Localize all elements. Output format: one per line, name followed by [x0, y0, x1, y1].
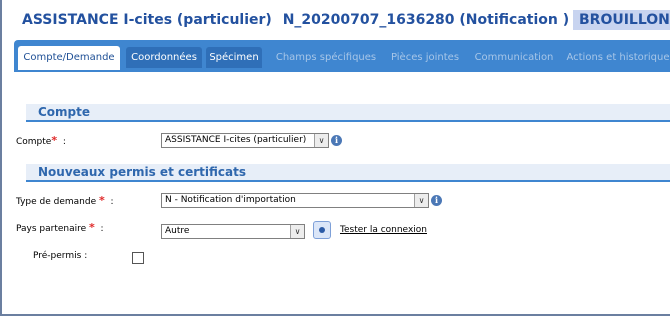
info-icon[interactable]: i: [331, 135, 342, 146]
section-header-nouveaux-permis: Nouveaux permis et certificats: [26, 164, 670, 182]
title-account: ASSISTANCE I-cites (particulier): [22, 12, 272, 28]
title-request-id: N_20200707_1636280 (Notification ): [282, 12, 570, 28]
section-title-nouveaux-permis: Nouveaux permis et certificats: [38, 165, 246, 179]
tab-specimen[interactable]: Spécimen: [206, 47, 262, 68]
tab-pieces-jointes[interactable]: Pièces jointes: [388, 47, 462, 68]
type-demande-select-value: N - Notification d'importation: [165, 195, 296, 205]
tab-underline: [14, 70, 670, 72]
pays-partenaire-label-text: Pays partenaire: [16, 224, 87, 234]
status-badge: BROUILLON: [573, 10, 670, 30]
info-icon[interactable]: i: [431, 195, 442, 206]
type-demande-label: Type de demande * :: [16, 194, 114, 207]
type-demande-select[interactable]: N - Notification d'importation ∨: [161, 193, 429, 208]
page-title: ASSISTANCE I-cites (particulier) N_20200…: [22, 12, 575, 28]
label-separator: :: [100, 224, 104, 234]
label-separator: :: [110, 197, 114, 207]
pays-partenaire-label: Pays partenaire * :: [16, 221, 104, 234]
tab-champs-specifiques[interactable]: Champs spécifiques: [270, 47, 382, 68]
chevron-down-icon[interactable]: ∨: [414, 194, 428, 207]
required-mark: *: [89, 221, 95, 234]
app-frame: ASSISTANCE I-cites (particulier) N_20200…: [0, 0, 670, 316]
tab-communication[interactable]: Communication: [472, 47, 556, 68]
compte-select[interactable]: ASSISTANCE I-cites (particulier) ∨: [161, 133, 329, 148]
tab-compte-demande[interactable]: Compte/Demande: [18, 46, 120, 70]
compte-label: Compte* :: [16, 134, 66, 147]
label-separator: :: [62, 137, 66, 147]
prepermis-label: Pré-permis :: [33, 251, 87, 261]
chevron-down-icon[interactable]: ∨: [314, 134, 328, 147]
compte-select-value: ASSISTANCE I-cites (particulier): [165, 135, 307, 145]
eye-icon[interactable]: [313, 221, 331, 239]
pays-partenaire-select[interactable]: Autre ∨: [161, 224, 305, 239]
compte-label-text: Compte: [16, 137, 52, 147]
tab-strip: Compte/Demande Coordonnées Spécimen Cham…: [14, 40, 670, 70]
chevron-down-icon[interactable]: ∨: [290, 225, 304, 238]
section-title-compte: Compte: [38, 105, 91, 119]
required-mark: *: [51, 134, 58, 147]
prepermis-label-text: Pré-permis: [33, 251, 82, 261]
eye-pupil: [319, 227, 325, 233]
required-mark: *: [99, 194, 105, 207]
label-separator: :: [84, 251, 88, 261]
prepermis-checkbox[interactable]: [132, 252, 144, 264]
title-bar: ASSISTANCE I-cites (particulier) N_20200…: [0, 0, 670, 34]
left-border: [0, 0, 2, 316]
section-header-compte: Compte: [26, 104, 670, 122]
tester-connexion-link[interactable]: Tester la connexion: [340, 225, 427, 235]
tab-actions-historique[interactable]: Actions et historique: [566, 47, 670, 68]
pays-partenaire-select-value: Autre: [165, 226, 190, 236]
type-demande-label-text: Type de demande: [16, 197, 97, 207]
tab-coordonnees[interactable]: Coordonnées: [126, 47, 202, 68]
